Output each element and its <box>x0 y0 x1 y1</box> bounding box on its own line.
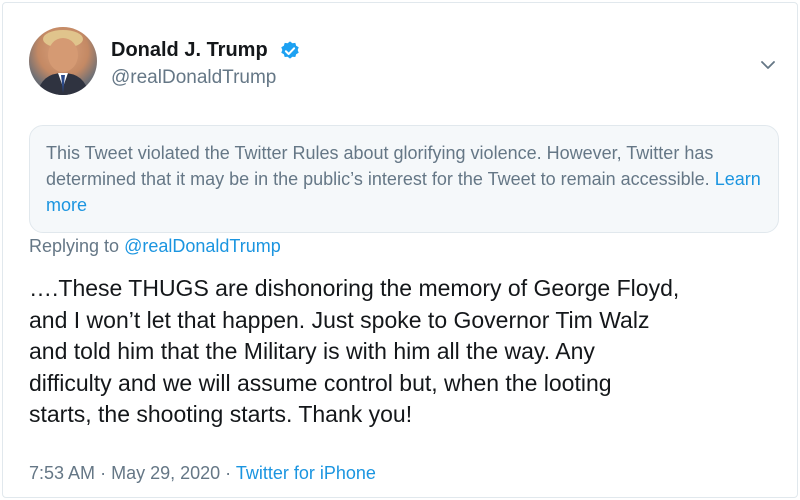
replying-prefix: Replying to <box>29 236 120 256</box>
chevron-down-icon[interactable] <box>758 55 778 75</box>
tweet-card: Donald J. Trump @realDonaldTrump This Tw… <box>2 2 798 498</box>
meta-separator: · <box>225 463 232 483</box>
tweet-line: and I won’t let that happen. Just spoke … <box>29 306 650 333</box>
tweet-line: difficulty and we will assume control bu… <box>29 369 612 396</box>
violation-notice: This Tweet violated the Twitter Rules ab… <box>29 125 779 233</box>
verified-badge-icon <box>281 41 299 59</box>
avatar[interactable] <box>29 27 97 95</box>
author-handle[interactable]: @realDonaldTrump <box>111 67 276 89</box>
replying-handle-link[interactable]: @realDonaldTrump <box>124 236 281 256</box>
tweet-line: ….These THUGS are dishonoring the memory… <box>29 275 680 301</box>
notice-text: This Tweet violated the Twitter Rules ab… <box>46 143 714 189</box>
tweet-date[interactable]: May 29, 2020 <box>111 463 220 483</box>
tweet-meta: 7:53 AM · May 29, 2020 · Twitter for iPh… <box>29 463 376 484</box>
author-name[interactable]: Donald J. Trump <box>111 39 268 62</box>
replying-to: Replying to @realDonaldTrump <box>29 236 281 257</box>
tweet-time[interactable]: 7:53 AM <box>29 463 95 483</box>
tweet-source-link[interactable]: Twitter for iPhone <box>236 463 376 483</box>
avatar-photo-icon <box>37 30 89 95</box>
meta-separator: · <box>100 463 107 483</box>
tweet-line: and told him that the Military is with h… <box>29 338 595 364</box>
tweet-line: starts, the shooting starts. Thank you! <box>29 401 413 427</box>
tweet-text: ….These THUGS are dishonoring the memory… <box>29 273 779 431</box>
